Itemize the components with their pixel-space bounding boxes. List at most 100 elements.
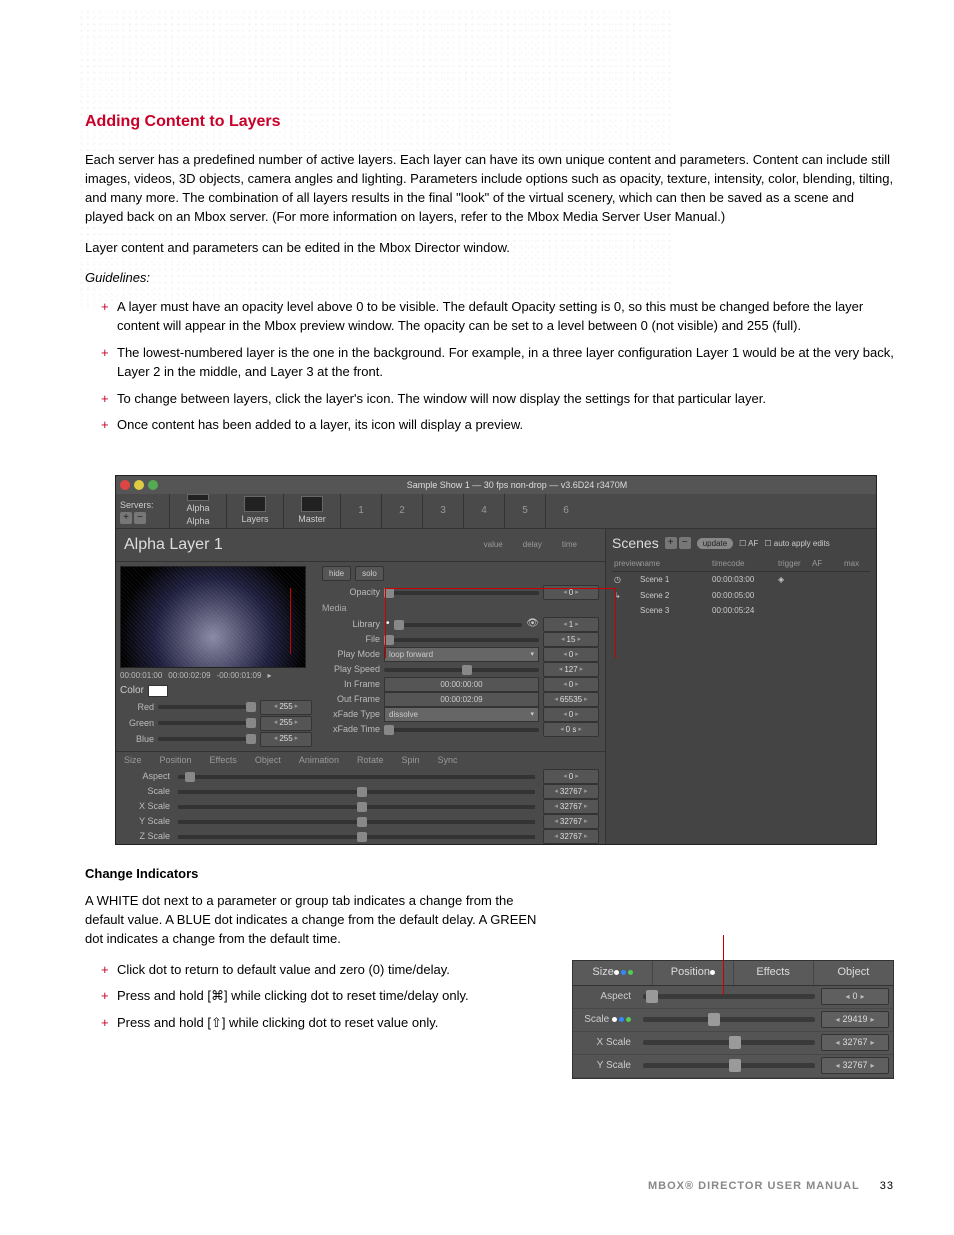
spinner[interactable]: 32767 [821, 1057, 889, 1074]
window-titlebar: Sample Show 1 — 30 fps non-drop — v3.6D2… [116, 476, 876, 494]
opacity-spinner[interactable]: 0 [543, 585, 599, 600]
aspect-slider[interactable] [178, 775, 535, 779]
minimize-icon[interactable] [134, 480, 144, 490]
xfadetype-spinner[interactable]: 0 [543, 707, 599, 722]
update-button[interactable]: update [697, 538, 733, 550]
scene-name: Scene 2 [638, 590, 710, 602]
tab-size[interactable]: Size [124, 754, 142, 767]
xscale-slider[interactable] [178, 805, 535, 809]
af-checkbox[interactable]: ☐ AF [739, 538, 758, 550]
section-heading: Adding Content to Layers [85, 110, 894, 133]
preview-column: 00:00:01:00 00:00:02:09 -00:00:01:09 ▸ C… [116, 562, 316, 752]
green-slider[interactable] [158, 721, 256, 725]
play-icon[interactable]: ▸ [267, 670, 271, 682]
scene-row[interactable]: ↳Scene 200:00:05:00 [612, 588, 870, 604]
tab-animation[interactable]: Animation [299, 754, 339, 767]
eye-icon[interactable]: 👁 [526, 617, 539, 632]
outframe-spinner[interactable]: 65535 [543, 692, 599, 707]
tab-rotate[interactable]: Rotate [357, 754, 384, 767]
manual-title: MBOX® DIRECTOR USER MANUAL [648, 1179, 860, 1195]
remove-server-button[interactable]: − [134, 512, 146, 524]
zscale-slider[interactable] [178, 835, 535, 839]
xfadetype-label: xFade Type [322, 708, 380, 721]
layer-tab-4[interactable]: 4 [463, 494, 504, 528]
indicator-dot[interactable]: • [386, 617, 390, 632]
tab-spin[interactable]: Spin [401, 754, 419, 767]
tab-position[interactable]: Position [160, 754, 192, 767]
layer-tab-2[interactable]: 2 [381, 494, 422, 528]
red-spinner[interactable]: 255 [260, 700, 312, 715]
inframe-spinner[interactable]: 0 [543, 677, 599, 692]
master-button[interactable]: Master [283, 494, 340, 528]
layers-button[interactable]: Layers [226, 494, 283, 528]
label: Y Scale [573, 1059, 637, 1074]
yscale-slider[interactable] [178, 820, 535, 824]
label: Red [120, 701, 154, 714]
xfadetime-spinner[interactable]: 0 s [543, 722, 599, 737]
file-spinner[interactable]: 15 [543, 632, 599, 647]
timecode-row: 00:00:01:00 00:00:02:09 -00:00:01:09 ▸ [120, 668, 312, 684]
red-slider[interactable] [158, 705, 256, 709]
remove-scene-button[interactable]: − [679, 537, 691, 549]
xfadetype-dropdown[interactable]: dissolve [384, 707, 539, 722]
zscale-spinner[interactable]: 32767 [543, 829, 599, 844]
list-item: A layer must have an opacity level above… [85, 298, 894, 336]
aspect-label: Aspect [122, 770, 170, 783]
xscale-label: X Scale [122, 800, 170, 813]
auto-apply-checkbox[interactable]: ☐ auto apply edits [764, 538, 829, 550]
tc-out: 00:00:02:09 [168, 670, 210, 682]
playspeed-spinner[interactable]: 127 [543, 662, 599, 677]
yscale-spinner[interactable]: 32767 [543, 814, 599, 829]
server-alpha[interactable]: AlphaAlpha [169, 494, 226, 528]
tab-object[interactable]: Object [255, 754, 281, 767]
opacity-slider[interactable] [384, 591, 539, 595]
inframe-input[interactable]: 00:00:00:00 [384, 677, 539, 692]
green-slider-row: Green255 [120, 715, 312, 731]
guidelines-list: A layer must have an opacity level above… [85, 298, 894, 435]
tab-sync[interactable]: Sync [438, 754, 458, 767]
xscale-spinner[interactable]: 32767 [543, 799, 599, 814]
scale-slider[interactable] [178, 790, 535, 794]
playspeed-slider[interactable] [384, 668, 539, 672]
playmode-label: Play Mode [322, 648, 380, 661]
scale-spinner[interactable]: 32767 [543, 784, 599, 799]
page-footer: MBOX® DIRECTOR USER MANUAL 33 [60, 1179, 894, 1195]
tc-rem: -00:00:01:09 [217, 670, 262, 682]
library-spinner[interactable]: 1 [543, 617, 599, 632]
slider[interactable] [643, 1063, 815, 1068]
hide-button[interactable]: hide [322, 566, 351, 582]
playspeed-label: Play Speed [322, 663, 380, 676]
scene-row[interactable]: ◷Scene 100:00:03:00◈ [612, 572, 870, 588]
playmode-dropdown[interactable]: loop forward [384, 647, 539, 662]
col-timecode: timecode [710, 558, 776, 570]
close-icon[interactable] [120, 480, 130, 490]
layer-title: Alpha Layer 1 [124, 533, 223, 556]
col-name: name [638, 558, 710, 570]
outframe-input[interactable]: 00:00:02:09 [384, 692, 539, 707]
mbox-director-window: Sample Show 1 — 30 fps non-drop — v3.6D2… [115, 475, 877, 845]
add-server-button[interactable]: + [120, 512, 132, 524]
xfadetime-slider[interactable] [384, 728, 539, 732]
blue-spinner[interactable]: 255 [260, 732, 312, 747]
zoom-icon[interactable] [148, 480, 158, 490]
auto-apply-label: auto apply edits [774, 539, 830, 548]
file-slider[interactable] [384, 638, 539, 642]
green-spinner[interactable]: 255 [260, 716, 312, 731]
add-scene-button[interactable]: + [665, 537, 677, 549]
arrow-icon: ↳ [612, 590, 638, 602]
af-label: AF [748, 539, 758, 548]
layer-tab-1[interactable]: 1 [340, 494, 381, 528]
tab-effects[interactable]: Effects [210, 754, 237, 767]
color-header: Color [120, 683, 312, 699]
layer-tab-6[interactable]: 6 [545, 494, 586, 528]
aspect-spinner[interactable]: 0 [543, 769, 599, 784]
blue-slider[interactable] [158, 737, 256, 741]
ci-list: Click dot to return to default value and… [85, 961, 555, 1034]
layer-tab-5[interactable]: 5 [504, 494, 545, 528]
solo-button[interactable]: solo [355, 566, 384, 582]
color-swatch[interactable] [148, 685, 168, 697]
scene-row[interactable]: Scene 300:00:05:24 [612, 603, 870, 619]
layer-tab-3[interactable]: 3 [422, 494, 463, 528]
library-slider[interactable] [394, 623, 523, 627]
playmode-spinner[interactable]: 0 [543, 647, 599, 662]
